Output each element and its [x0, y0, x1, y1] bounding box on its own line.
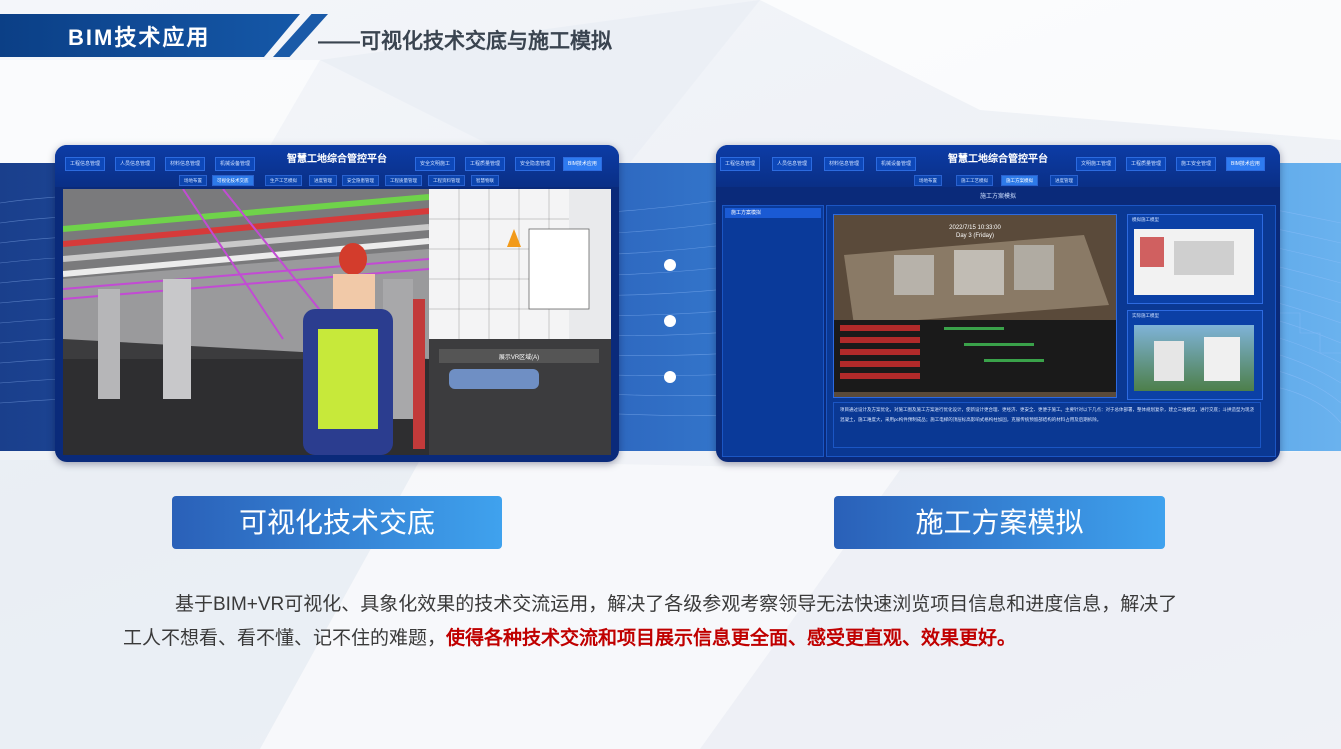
nav-item[interactable]: 机械设备管理	[215, 157, 256, 171]
plan-drawing: 展示VR区域(A)	[429, 189, 611, 455]
video-day: Day 3 (Friday)	[955, 233, 994, 239]
subnav-item[interactable]: 工程资料管理	[428, 175, 465, 186]
subnav-item[interactable]: 进度管理	[309, 175, 337, 186]
simulation-video[interactable]: 2022/7/15 10:33:00 Day 3 (Friday)	[833, 214, 1117, 398]
description-highlight: 使得各种技术交流和项目展示信息更全面、感受更直观、效果更好。	[446, 628, 1017, 649]
nav-item[interactable]: 工程信息管理	[720, 157, 761, 171]
top-nav: 智慧工地综合管控平台 工程信息管理 人员信息管理 材料信息管理 机械设备管理 文…	[716, 145, 1280, 187]
nav-item[interactable]: 工程质量管理	[1126, 157, 1167, 171]
subnav-item[interactable]: 智慧物联	[471, 175, 499, 186]
simulated-model-image	[1134, 229, 1254, 295]
nav-item[interactable]: 材料信息管理	[165, 157, 206, 171]
nav-item-bim[interactable]: BIM技术应用	[563, 157, 602, 171]
thumb-simulated-model[interactable]: 模拟施工模型	[1127, 214, 1263, 304]
actual-model-image	[1134, 325, 1254, 391]
label-construction-simulation: 施工方案模拟	[834, 496, 1165, 549]
nav-item[interactable]: 机械设备管理	[876, 157, 917, 171]
subnav-item[interactable]: 生产工艺模拟	[265, 175, 302, 186]
sidebar: 施工方案模拟	[722, 205, 824, 457]
subnav-item-active[interactable]: 施工方案模拟	[1001, 175, 1038, 186]
subnav-item[interactable]: 工程质量管理	[385, 175, 422, 186]
nav-item[interactable]: 人员信息管理	[115, 157, 156, 171]
carousel-dot[interactable]	[664, 315, 676, 327]
carousel-dot[interactable]	[664, 259, 676, 271]
nav-item[interactable]: 施工安全管理	[1176, 157, 1217, 171]
overlay-label: 展示VR区域(A)	[499, 353, 539, 361]
subnav-item[interactable]: 施工工艺模拟	[956, 175, 993, 186]
thumb-title: 实际施工模型	[1132, 313, 1159, 318]
subnav-item[interactable]: 进度管理	[1050, 175, 1078, 186]
video-date: 2022/7/15 10:33:00	[949, 225, 1001, 231]
thumb-actual-model[interactable]: 实际施工模型	[1127, 310, 1263, 400]
nav-item[interactable]: 材料信息管理	[824, 157, 865, 171]
screen-visual-disclosure: 智慧工地综合管控平台 工程信息管理 人员信息管理 材料信息管理 机械设备管理 安…	[55, 145, 619, 462]
subnav-item[interactable]: 安全隐患管理	[342, 175, 379, 186]
description-paragraph: 基于BIM+VR可视化、具象化效果的技术交流运用，解决了各级参观考察领导无法快速…	[123, 588, 1183, 656]
screen-construction-simulation: 智慧工地综合管控平台 工程信息管理 人员信息管理 材料信息管理 机械设备管理 文…	[716, 145, 1280, 462]
section-title: 施工方案模拟	[979, 194, 1016, 200]
nav-item-bim[interactable]: BIM技术应用	[1226, 157, 1265, 171]
nav-item[interactable]: 安全隐患管理	[515, 157, 556, 171]
page-title: BIM技术应用	[68, 25, 211, 50]
top-nav: 智慧工地综合管控平台 工程信息管理 人员信息管理 材料信息管理 机械设备管理 安…	[55, 145, 619, 187]
nav-item[interactable]: 工程信息管理	[65, 157, 106, 171]
site-model-image	[834, 215, 1116, 397]
main-panel: 2022/7/15 10:33:00 Day 3 (Friday) 模拟施工模型…	[826, 205, 1276, 457]
thumb-title: 模拟施工模型	[1132, 217, 1159, 222]
sidebar-item-plan-sim[interactable]: 施工方案模拟	[725, 208, 821, 218]
nav-item[interactable]: 文明施工管理	[1076, 157, 1117, 171]
subnav-item[interactable]: 场地布置	[179, 175, 207, 186]
garage-scene-image	[63, 189, 429, 455]
carousel-dot[interactable]	[664, 371, 676, 383]
subnav-item[interactable]: 场地布置	[914, 175, 942, 186]
nav-item[interactable]: 安全文明施工	[415, 157, 456, 171]
plan-description: 项目通过设计及方案优化，对施工图及施工方案进行优化设计，使新设计更合理、更经济、…	[833, 402, 1261, 448]
map-plan-view[interactable]: 展示VR区域(A)	[429, 189, 611, 455]
page-subtitle: ——可视化技术交底与施工模拟	[318, 30, 612, 53]
subnav-item-active[interactable]: 可视化技术交底	[212, 175, 254, 186]
nav-item[interactable]: 工程质量管理	[465, 157, 506, 171]
nav-item[interactable]: 人员信息管理	[772, 157, 813, 171]
label-visual-disclosure: 可视化技术交底	[172, 496, 502, 549]
vr-3d-view[interactable]	[63, 189, 429, 455]
